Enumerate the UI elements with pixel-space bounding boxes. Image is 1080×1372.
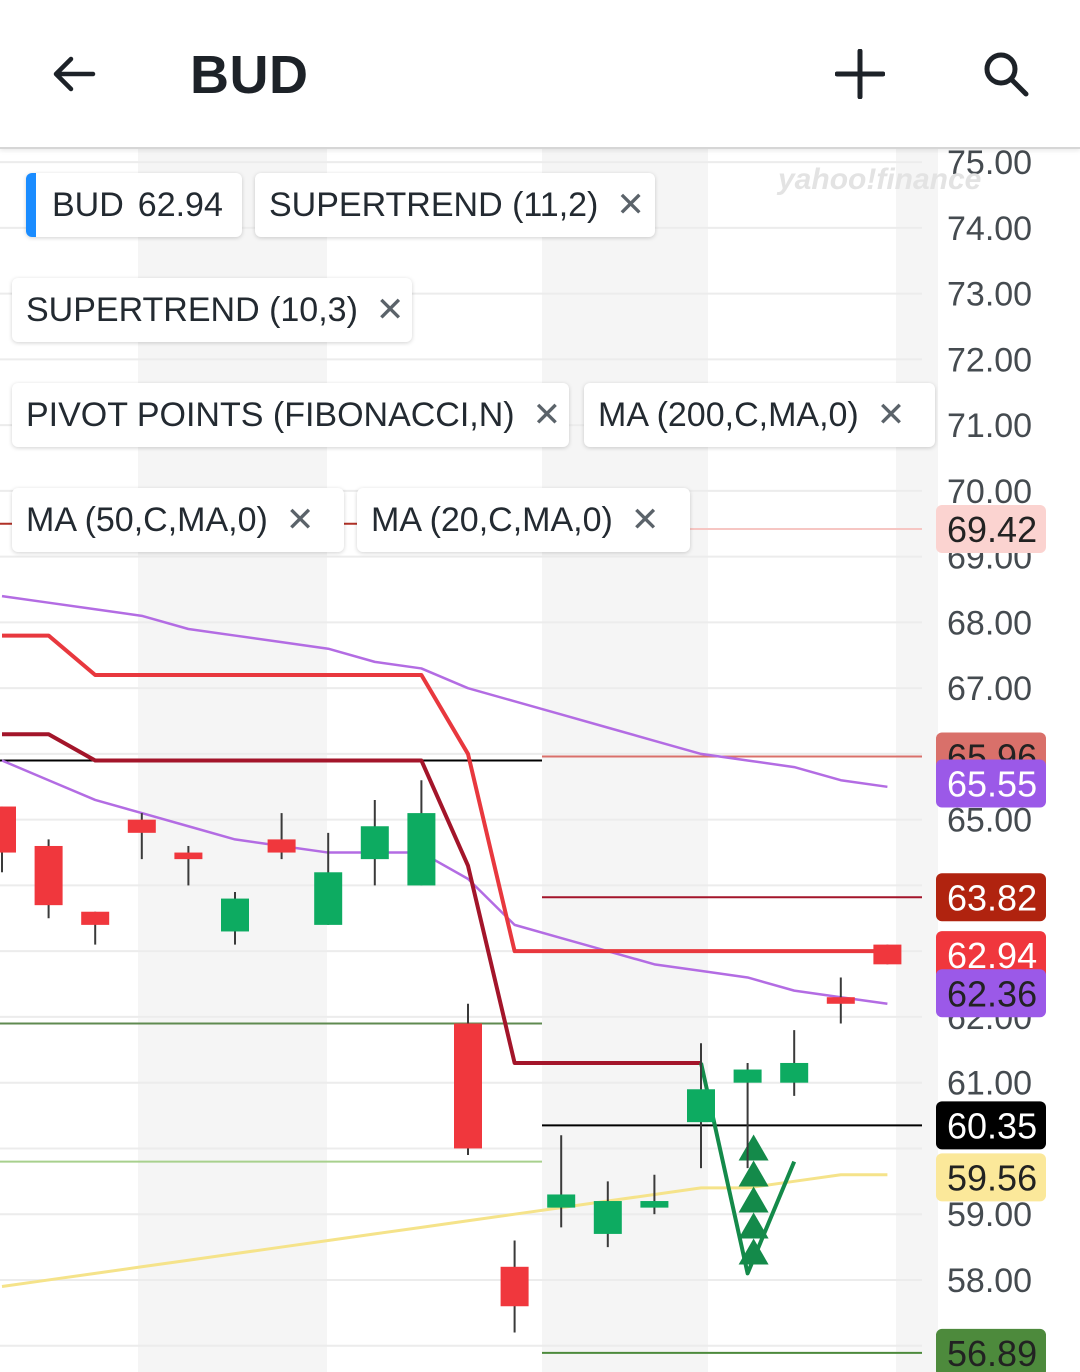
search-icon: [984, 52, 1029, 97]
candle-body: [500, 1266, 529, 1307]
candle-body: [81, 911, 110, 925]
price-tag-label: 59.56: [947, 1157, 1037, 1198]
arrow-left-icon: [53, 56, 96, 92]
add-button[interactable]: [820, 34, 900, 114]
indicator-chip-supertrend-11-2[interactable]: SUPERTREND (11,2) ✕: [255, 173, 655, 237]
indicator-label: PIVOT POINTS (FIBONACCI,N): [26, 395, 515, 434]
axis-tick-label: 68.00: [947, 604, 1032, 642]
candle-body: [267, 839, 296, 853]
candle-body: [547, 1194, 576, 1208]
page-title: BUD: [190, 45, 309, 105]
period-band: [896, 149, 938, 1372]
indicator-label: MA (50,C,MA,0): [26, 500, 268, 539]
candle-body: [174, 852, 203, 860]
back-button[interactable]: [34, 34, 114, 114]
search-button[interactable]: [966, 34, 1046, 114]
price-chart[interactable]: 75.00 74.00 73.00 72.00 71.00 70.00 69.00 68.00…: [0, 149, 1080, 1372]
legend-symbol: BUD: [52, 185, 124, 224]
legend-price: 62.94: [137, 185, 223, 224]
candle-body: [640, 1201, 669, 1208]
axis-tick-label: 61.00: [947, 1065, 1032, 1103]
indicator-label: MA (20,C,MA,0): [371, 500, 613, 539]
indicator-chip-pivot-points[interactable]: PIVOT POINTS (FIBONACCI,N) ✕: [12, 383, 569, 447]
axis-tick-label: 72.00: [947, 341, 1032, 379]
buy-signal-icon: [738, 1186, 769, 1213]
close-icon[interactable]: ✕: [376, 290, 405, 330]
period-band: [542, 149, 708, 1372]
candle-body: [360, 826, 389, 860]
close-icon[interactable]: ✕: [533, 395, 562, 435]
indicator-chip-ma-20[interactable]: MA (20,C,MA,0) ✕: [357, 488, 690, 552]
app-header: BUD: [0, 0, 1080, 149]
ma-20-line: [1, 759, 888, 1006]
indicator-chip-ma-200[interactable]: MA (200,C,MA,0) ✕: [584, 383, 935, 447]
close-icon[interactable]: ✕: [631, 500, 660, 540]
candle-body: [407, 813, 436, 886]
indicator-chip-ma-50[interactable]: MA (50,C,MA,0) ✕: [12, 488, 344, 552]
close-icon[interactable]: ✕: [286, 500, 315, 540]
price-tag-label: 60.35: [947, 1105, 1037, 1146]
symbol-color-marker: [26, 173, 36, 237]
price-tag-label: 65.55: [947, 764, 1037, 805]
candle-body: [221, 898, 249, 932]
axis-tick-label: 71.00: [947, 407, 1032, 445]
axis-tick-label: 59.00: [947, 1196, 1032, 1234]
candle-body: [314, 872, 343, 925]
indicator-label: SUPERTREND (10,3): [26, 290, 358, 329]
ma-50-line: [1, 594, 888, 789]
axis-tick-label: 73.00: [947, 276, 1032, 314]
candle-body: [593, 1201, 622, 1234]
candle-body: [873, 944, 902, 965]
indicator-label: SUPERTREND (11,2): [269, 185, 599, 224]
candle-body: [826, 997, 855, 1004]
indicator-label: MA (200,C,MA,0): [598, 395, 859, 434]
axis-tick-label: 58.00: [947, 1262, 1032, 1300]
price-tag-label: 62.36: [947, 973, 1037, 1014]
price-tag-label: 63.82: [947, 877, 1037, 918]
plus-icon: [835, 49, 885, 99]
candle-body: [780, 1062, 809, 1083]
price-tag-label: 56.89: [947, 1333, 1037, 1372]
candle-body: [127, 819, 156, 833]
indicator-chip-supertrend-10-3[interactable]: SUPERTREND (10,3) ✕: [12, 278, 412, 342]
candle-body: [454, 1023, 482, 1149]
axis-tick-label: 67.00: [947, 670, 1032, 708]
legend-symbol-price: BUD 62.94: [26, 173, 242, 237]
candle-body: [687, 1089, 715, 1123]
axis-tick-label: 74.00: [947, 210, 1032, 248]
supertrend-fast-line: [2, 633, 888, 954]
close-icon[interactable]: ✕: [877, 395, 906, 435]
candle-body: [0, 806, 16, 853]
price-tag-label: 69.42: [947, 509, 1037, 550]
close-icon[interactable]: ✕: [616, 185, 645, 225]
candle-body: [34, 845, 63, 906]
buy-signal-icon: [738, 1212, 769, 1239]
candle-body: [733, 1069, 762, 1083]
buy-signal-icon: [738, 1160, 769, 1187]
yahoo-finance-logo: yahoo!finance: [778, 163, 982, 196]
